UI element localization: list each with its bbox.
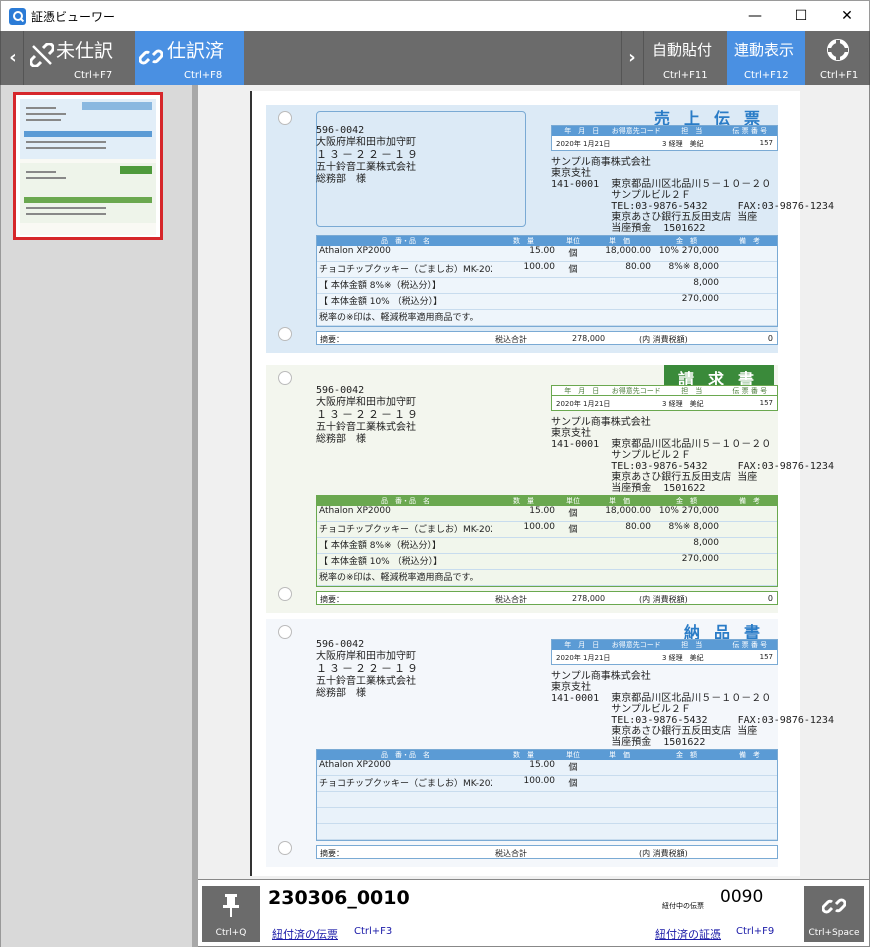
link-icon bbox=[139, 49, 163, 65]
link-button[interactable]: Ctrl+Space bbox=[804, 886, 864, 942]
linked-display-button[interactable]: 連動表示 Ctrl+F12 bbox=[727, 31, 805, 85]
maximize-button[interactable]: ☐ bbox=[778, 1, 824, 31]
auto-attach-button[interactable]: 自動貼付 Ctrl+F11 bbox=[644, 31, 726, 85]
table-row: 【 本体金額 8%※（税込分）】 8,000 bbox=[317, 538, 777, 554]
binder-hole bbox=[278, 327, 292, 341]
table-row: 【 本体金額 8%※（税込分）】 8,000 bbox=[317, 278, 777, 294]
slip-footer: 摘要： 税込合計 278,000 (内 消費税額) 0 bbox=[316, 591, 778, 605]
binder-hole bbox=[278, 111, 292, 125]
linked-voucher-shortcut: Ctrl+F9 bbox=[736, 926, 775, 937]
table-row: 税率の※印は、軽減税率適用商品です。 bbox=[317, 570, 777, 586]
table-row bbox=[317, 824, 777, 840]
recipient-address: 596-0042 大阪府岸和田市加守町 １３－２２－１９ 五十鈴音工業株式会社 … bbox=[316, 385, 420, 445]
document-page: 596-0042 大阪府岸和田市加守町 １３－２２－１９ 五十鈴音工業株式会社 … bbox=[250, 91, 834, 876]
delivery-slip: 596-0042 大阪府岸和田市加守町 １３－２２－１９ 五十鈴音工業株式会社 … bbox=[266, 619, 834, 867]
sender-info: サンプル商事株式会社 東京支社 141-0001 東京都品川区北品川５－１０－２… bbox=[551, 417, 834, 494]
page-thumbnail-image bbox=[20, 99, 156, 235]
viewer-app-icon bbox=[9, 8, 26, 25]
line-items-table: 品 番・品 名数 量単位単 価金 額備 考 Athalon XP2000 15.0… bbox=[316, 495, 778, 587]
table-row: 【 本体金額 10% （税込分）】 270,000 bbox=[317, 554, 777, 570]
pin-button[interactable]: Ctrl+Q bbox=[202, 886, 260, 942]
slip-footer: 摘要： 税込合計 (内 消費税額) bbox=[316, 845, 778, 859]
binder-hole bbox=[278, 587, 292, 601]
pin-icon bbox=[223, 894, 239, 917]
table-header: 品 番・品 名数 量単位単 価金 額備 考 bbox=[317, 750, 777, 760]
linked-count: 0090 bbox=[720, 887, 764, 907]
table-row: Athalon XP2000 15.00 個 bbox=[317, 760, 777, 776]
window-titlebar: 証憑ビューワー — ☐ ✕ bbox=[0, 0, 870, 31]
link-shortcut: Ctrl+Space bbox=[808, 928, 860, 938]
bottom-panel: Ctrl+Q 230306_0010 紐付済の伝票 Ctrl+F3 紐付中の伝票… bbox=[198, 879, 870, 947]
document-id: 230306_0010 bbox=[268, 887, 410, 909]
auto-attach-shortcut: Ctrl+F11 bbox=[663, 70, 708, 81]
sender-info: サンプル商事株式会社 東京支社 141-0001 東京都品川区北品川５－１０－２… bbox=[551, 671, 834, 748]
linked-count-label: 紐付中の伝票 bbox=[662, 902, 704, 910]
table-row: Athalon XP2000 15.00 個 18,000.00 10% 270,000 bbox=[317, 246, 777, 262]
document-viewer[interactable]: 596-0042 大阪府岸和田市加守町 １３－２２－１９ 五十鈴音工業株式会社 … bbox=[198, 85, 870, 879]
lifebuoy-icon bbox=[827, 39, 849, 61]
invoice-slip: 596-0042 大阪府岸和田市加守町 １３－２２－１９ 五十鈴音工業株式会社 … bbox=[266, 365, 834, 613]
prev-arrow-button[interactable]: ‹ bbox=[3, 31, 23, 85]
table-row: チョコチップクッキー（ごましお）MK-202 100.00 個 80.00 8%※ 8,… bbox=[317, 262, 777, 278]
next-arrow-button[interactable]: › bbox=[622, 31, 642, 85]
line-items-table: 品 番・品 名数 量単位単 価金 額備 考 Athalon XP2000 15.0… bbox=[316, 235, 778, 327]
table-row: Athalon XP2000 15.00 個 18,000.00 10% 270,000 bbox=[317, 506, 777, 522]
minimize-button[interactable]: — bbox=[732, 1, 778, 31]
binder-hole bbox=[278, 625, 292, 639]
page-thumbnail[interactable] bbox=[13, 92, 163, 240]
linked-slip-shortcut: Ctrl+F3 bbox=[354, 926, 393, 937]
window-title: 証憑ビューワー bbox=[31, 10, 116, 24]
slip-header-table: 年 月 日 お得意先コード 担 当 伝 票 番 号 2020年 1月21日 3 … bbox=[551, 125, 778, 151]
table-row: 税率の※印は、軽減税率適用商品です。 bbox=[317, 310, 777, 326]
table-row: チョコチップクッキー（ごましお）MK-202 100.00 個 bbox=[317, 776, 777, 792]
auto-attach-label: 自動貼付 bbox=[652, 41, 713, 59]
pin-shortcut: Ctrl+Q bbox=[215, 928, 247, 938]
sales-slip: 596-0042 大阪府岸和田市加守町 １３－２２－１９ 五十鈴音工業株式会社 … bbox=[266, 105, 834, 353]
linked-slip-link[interactable]: 紐付済の伝票 bbox=[272, 926, 338, 942]
journaled-shortcut: Ctrl+F8 bbox=[184, 70, 223, 81]
table-row: 【 本体金額 10% （税込分）】 270,000 bbox=[317, 294, 777, 310]
binder-hole bbox=[278, 371, 292, 385]
linked-display-label: 連動表示 bbox=[734, 41, 795, 59]
journaled-label: 仕訳済 bbox=[167, 40, 225, 62]
unjournaled-button[interactable]: 未仕訳 Ctrl+F7 bbox=[24, 31, 134, 85]
table-row bbox=[317, 792, 777, 808]
unlink-icon bbox=[30, 43, 54, 67]
journaled-button[interactable]: 仕訳済 Ctrl+F8 bbox=[135, 31, 244, 85]
close-button[interactable]: ✕ bbox=[824, 1, 870, 31]
table-row: チョコチップクッキー（ごましお）MK-202 100.00 個 80.00 8%※ 8,… bbox=[317, 522, 777, 538]
table-header: 品 番・品 名数 量単位単 価金 額備 考 bbox=[317, 496, 777, 506]
sender-info: サンプル商事株式会社 東京支社 141-0001 東京都品川区北品川５－１０－２… bbox=[551, 157, 834, 234]
help-button[interactable]: Ctrl+F1 bbox=[807, 31, 869, 85]
slip-header-table: 年 月 日 お得意先コード 担 当 伝 票 番 号 2020年 1月21日 3 … bbox=[551, 385, 778, 411]
recipient-address: 596-0042 大阪府岸和田市加守町 １３－２２－１９ 五十鈴音工業株式会社 … bbox=[316, 125, 420, 185]
linked-display-shortcut: Ctrl+F12 bbox=[744, 70, 789, 81]
linked-voucher-link[interactable]: 紐付済の証憑 bbox=[655, 926, 721, 942]
toolbar: ‹ 未仕訳 Ctrl+F7 仕訳済 Ctrl+F8 › 自動貼付 Ctrl+F1… bbox=[0, 31, 870, 85]
thumbnail-panel bbox=[0, 85, 196, 947]
slip-footer: 摘要： 税込合計 278,000 (内 消費税額) 0 bbox=[316, 331, 778, 345]
table-header: 品 番・品 名数 量単位単 価金 額備 考 bbox=[317, 236, 777, 246]
binder-hole bbox=[278, 841, 292, 855]
recipient-address: 596-0042 大阪府岸和田市加守町 １３－２２－１９ 五十鈴音工業株式会社 … bbox=[316, 639, 420, 699]
unjournaled-shortcut: Ctrl+F7 bbox=[74, 70, 113, 81]
table-row bbox=[317, 808, 777, 824]
help-shortcut: Ctrl+F1 bbox=[820, 70, 859, 81]
link-icon bbox=[822, 898, 846, 914]
slip-header-table: 年 月 日 お得意先コード 担 当 伝 票 番 号 2020年 1月21日 3 … bbox=[551, 639, 778, 665]
line-items-table: 品 番・品 名数 量単位単 価金 額備 考 Athalon XP2000 15.0… bbox=[316, 749, 778, 841]
unjournaled-label: 未仕訳 bbox=[56, 40, 114, 62]
